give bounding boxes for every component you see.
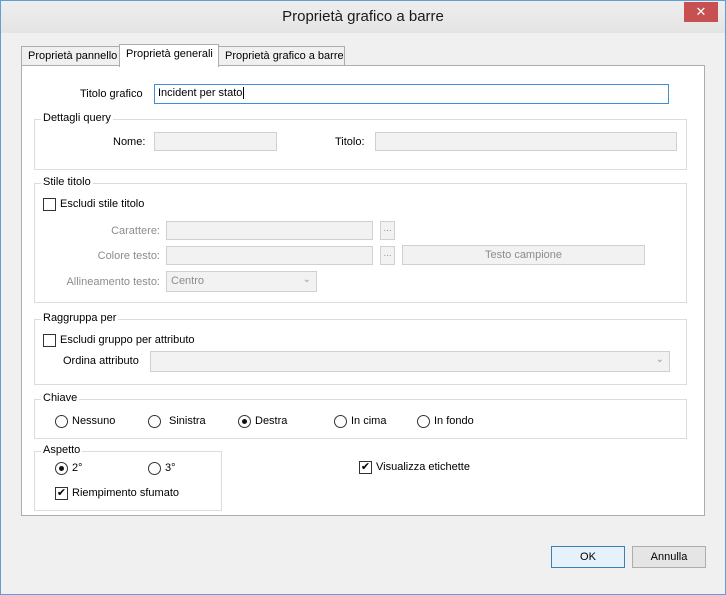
- sort-attribute-label: Ordina attributo: [63, 355, 139, 367]
- query-name-label: Nome:: [113, 136, 146, 148]
- appearance-2d-label: 2°: [72, 462, 83, 474]
- font-label: Carattere:: [111, 225, 160, 237]
- query-title-field[interactable]: [375, 132, 677, 151]
- key-radio-right[interactable]: [238, 415, 251, 428]
- radio-selected-dot: [242, 419, 247, 424]
- key-bottom-label: In fondo: [434, 415, 474, 427]
- text-align-label: Allineamento testo:: [66, 276, 160, 288]
- group-by-title: Raggruppa per: [41, 312, 119, 324]
- text-color-browse-button[interactable]: ...: [380, 246, 395, 265]
- exclude-title-style-checkbox[interactable]: [43, 198, 56, 211]
- appearance-radio-2d[interactable]: [55, 462, 68, 475]
- appearance-group: Aspetto 2° 3° ✔ Riempimento sfumato: [34, 444, 222, 511]
- font-field[interactable]: [166, 221, 373, 240]
- title-bar: Proprietà grafico a barre ✕: [1, 1, 725, 33]
- key-radio-bottom[interactable]: [417, 415, 430, 428]
- general-properties-panel: Titolo grafico Incident per stato Dettag…: [21, 65, 705, 516]
- dialog-window: Proprietà grafico a barre ✕ Proprietà pa…: [0, 0, 726, 595]
- close-icon: ✕: [695, 4, 707, 19]
- show-labels-label: Visualizza etichette: [376, 461, 470, 473]
- tab-panel-properties[interactable]: Proprietà pannello: [21, 46, 120, 66]
- chevron-down-icon: ⌄: [655, 354, 664, 365]
- chart-title-label: Titolo grafico: [80, 88, 143, 100]
- title-style-title: Stile titolo: [41, 176, 93, 188]
- exclude-title-style-label: Escludi stile titolo: [60, 198, 145, 210]
- text-align-value: Centro: [171, 275, 205, 287]
- text-color-field[interactable]: [166, 246, 373, 265]
- radio-selected-dot: [59, 466, 64, 471]
- chart-title-input[interactable]: Incident per stato: [154, 84, 669, 104]
- font-browse-button[interactable]: ...: [380, 221, 395, 240]
- group-by-group: Raggruppa per Escludi gruppo per attribu…: [34, 312, 687, 385]
- key-title: Chiave: [41, 392, 80, 404]
- key-group: Chiave Nessuno Sinistra Destra In cima I…: [34, 392, 687, 439]
- tab-general-properties[interactable]: Proprietà generali: [119, 44, 219, 67]
- appearance-3d-label: 3°: [165, 462, 176, 474]
- sample-text-button[interactable]: Testo campione: [402, 245, 645, 265]
- query-details-title: Dettagli query: [41, 112, 113, 124]
- check-icon: ✔: [360, 461, 371, 473]
- chevron-down-icon: ⌄: [302, 274, 311, 285]
- appearance-title: Aspetto: [41, 444, 83, 456]
- key-radio-none[interactable]: [55, 415, 68, 428]
- gradient-fill-checkbox[interactable]: ✔: [55, 487, 68, 500]
- key-right-label: Destra: [255, 415, 288, 427]
- text-align-select[interactable]: Centro ⌄: [166, 271, 317, 292]
- key-left-label: Sinistra: [169, 415, 206, 427]
- query-name-field[interactable]: [154, 132, 277, 151]
- key-none-label: Nessuno: [72, 415, 116, 427]
- window-title: Proprietà grafico a barre: [282, 8, 444, 25]
- text-cursor: [243, 87, 245, 99]
- close-button[interactable]: ✕: [684, 2, 718, 22]
- query-details-group: Dettagli query Nome: Titolo:: [34, 112, 687, 170]
- key-radio-left[interactable]: [148, 415, 161, 428]
- title-style-group: Stile titolo Escludi stile titolo Caratt…: [34, 176, 687, 303]
- exclude-group-label: Escludi gruppo per attributo: [60, 334, 195, 346]
- key-radio-top[interactable]: [334, 415, 347, 428]
- check-icon: ✔: [56, 487, 67, 499]
- exclude-group-checkbox[interactable]: [43, 334, 56, 347]
- chart-title-value: Incident per stato: [158, 87, 243, 99]
- ok-button[interactable]: OK: [551, 546, 625, 568]
- show-labels-checkbox[interactable]: ✔: [359, 461, 372, 474]
- tab-bar-chart-properties[interactable]: Proprietà grafico a barre: [218, 46, 345, 66]
- sort-attribute-select[interactable]: ⌄: [150, 351, 670, 372]
- query-title-label: Titolo:: [335, 136, 365, 148]
- cancel-button[interactable]: Annulla: [632, 546, 706, 568]
- key-top-label: In cima: [351, 415, 387, 427]
- text-color-label: Colore testo:: [97, 250, 160, 262]
- gradient-fill-label: Riempimento sfumato: [72, 487, 179, 499]
- appearance-radio-3d[interactable]: [148, 462, 161, 475]
